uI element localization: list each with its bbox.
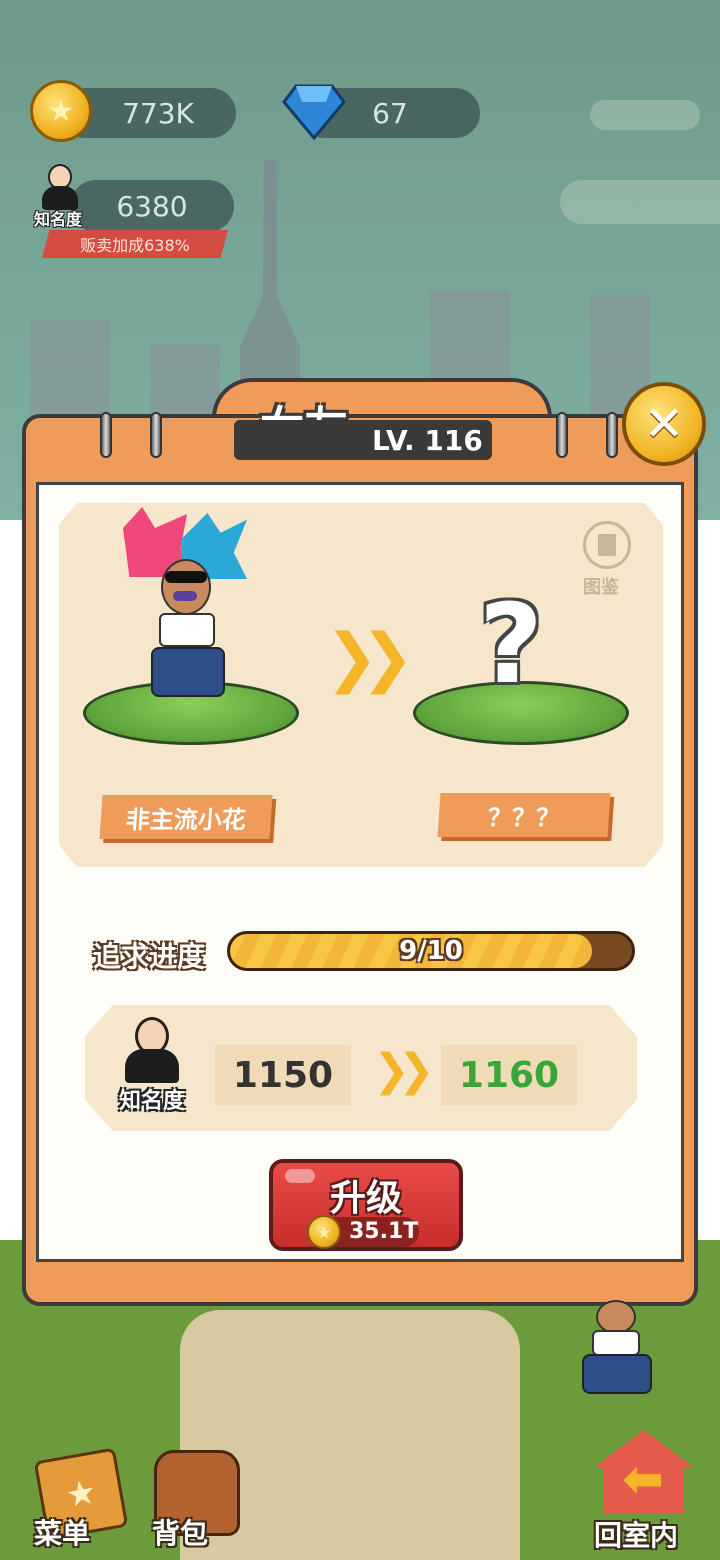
coin-icon: ★ [30, 80, 92, 142]
fame-stat-label: 知名度 [119, 1089, 186, 1114]
backpack-button[interactable]: 背包 [144, 1446, 244, 1550]
close-icon: ✕ [643, 396, 685, 452]
close-button[interactable]: ✕ [622, 382, 706, 466]
level-text: LV. 116 [372, 424, 483, 457]
fame-current-text: 1150 [232, 1054, 334, 1096]
fame-next-text: 1160 [458, 1054, 560, 1096]
current-character-name-tag: 非主流小花 [99, 795, 273, 839]
next-character-name-tag: ？？？ [437, 793, 611, 837]
fame-next-value: 1160 [441, 1045, 577, 1105]
home-label: 回室内 [594, 1519, 679, 1552]
binder-ring [556, 412, 568, 458]
backpack-label: 背包 [152, 1517, 209, 1550]
fame-label: 知名度 [34, 210, 83, 229]
current-character [119, 507, 259, 707]
binder-ring [100, 412, 112, 458]
fame-amount: 6380 [116, 189, 188, 223]
progress-label: 追求进度 [93, 940, 206, 973]
sales-bonus-banner: 贩卖加成638% [42, 230, 228, 258]
book-icon [583, 521, 631, 569]
fame-avatar-icon [121, 1017, 181, 1087]
arrow-icon: ❯❯ [373, 1045, 435, 1096]
progress-bar: 9/10 [227, 931, 635, 971]
next-character-name: ？？？ [486, 803, 561, 832]
binder-ring [606, 412, 618, 458]
girlfriend-panel: 女友 LV. 116 ✕ ❯❯ ? [22, 378, 706, 1306]
character-card: ❯❯ ? 图鉴 非主流小花 ？？？ [59, 503, 663, 867]
fame-current-value: 1150 [215, 1045, 351, 1105]
diamond-icon [282, 84, 346, 140]
home-button[interactable]: ⬅ 回室内 [586, 1424, 706, 1552]
background-character [568, 1300, 668, 1400]
panel-content: ❯❯ ? 图鉴 非主流小花 ？？？ 追求进度 9/10 知名度 1150 ❯❯ … [36, 482, 684, 1262]
arrow-icon: ❯❯ [325, 621, 414, 695]
current-character-name: 非主流小花 [124, 805, 247, 834]
upgrade-label: 升级 [329, 1178, 402, 1219]
upgrade-button[interactable]: 升级 ★ 35.1T [269, 1159, 463, 1251]
sales-bonus-text: 贩卖加成638% [80, 236, 190, 255]
encyclopedia-button[interactable]: 图鉴 [579, 521, 639, 601]
progress-text: 9/10 [399, 936, 463, 966]
fame-stats-card: 知名度 1150 ❯❯ 1160 [85, 1005, 637, 1131]
arrow-left-icon: ⬅ [622, 1450, 664, 1508]
upgrade-cost: 35.1T [349, 1219, 419, 1244]
coin-icon: ★ [307, 1215, 341, 1249]
question-mark-icon: ? [479, 580, 543, 708]
fame-avatar-icon [38, 164, 82, 212]
menu-label: 菜单 [34, 1517, 91, 1550]
gem-amount: 67 [372, 96, 408, 130]
coin-amount: 773K [122, 96, 194, 130]
menu-button[interactable]: ★ 菜单 [26, 1447, 129, 1550]
fame-counter: 6380 [70, 180, 234, 232]
binder-ring [150, 412, 162, 458]
encyclopedia-label: 图鉴 [583, 577, 619, 598]
